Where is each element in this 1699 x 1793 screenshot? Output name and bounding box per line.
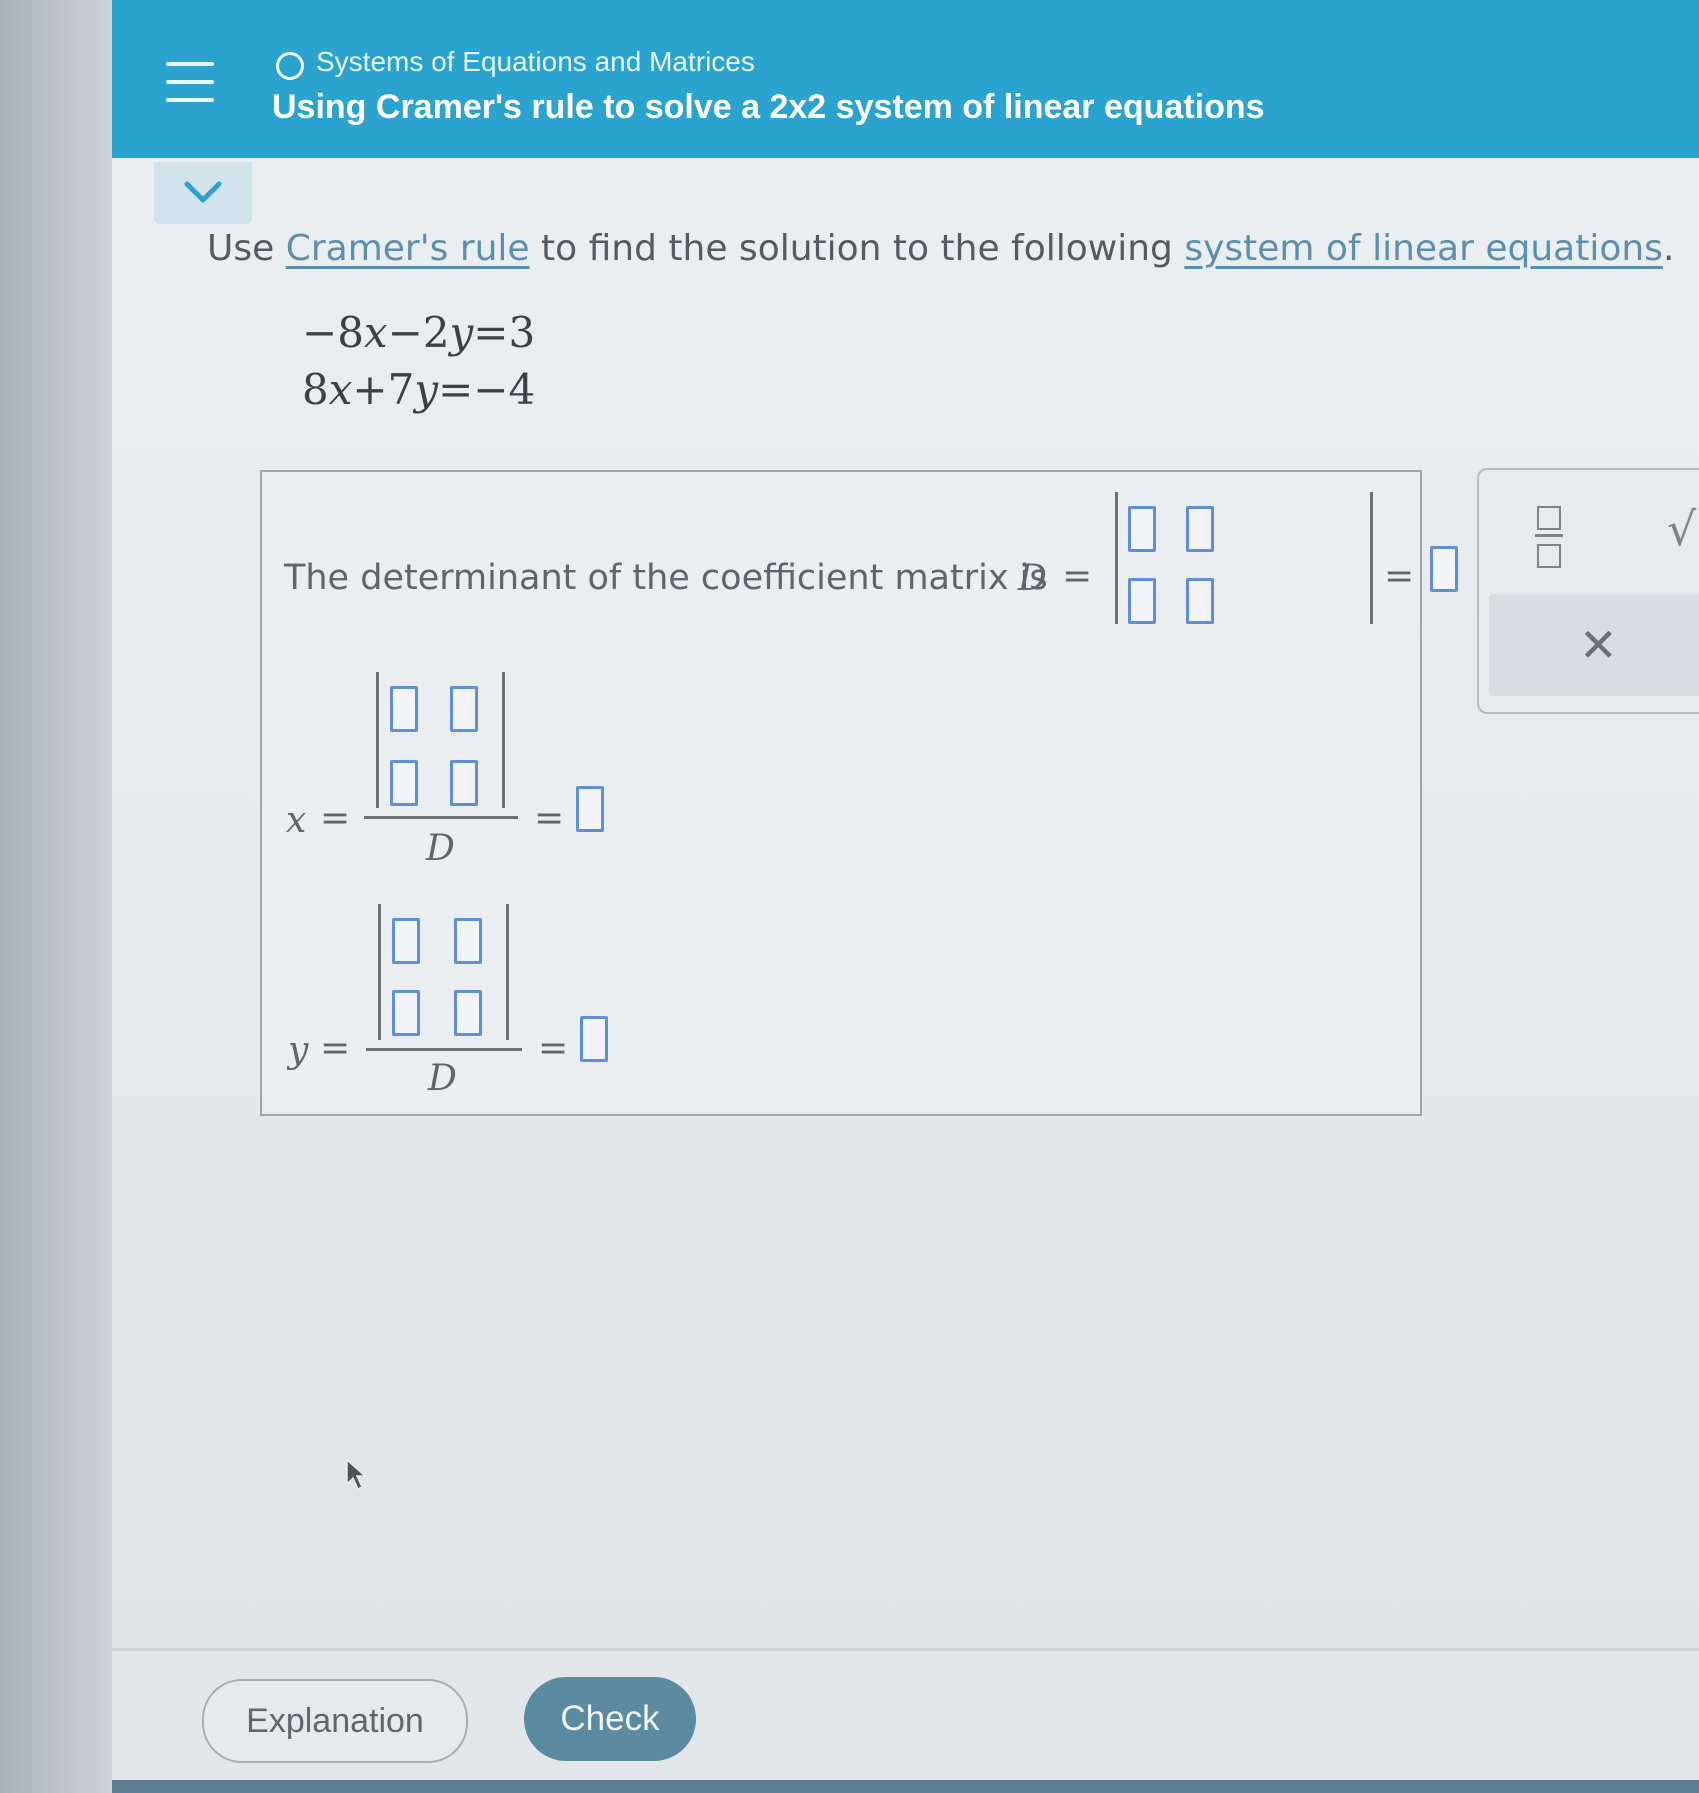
d-equals: = — [1062, 556, 1093, 597]
det-y-a21-input[interactable] — [392, 990, 420, 1036]
y-result-equals: = — [538, 1028, 569, 1069]
main-content: Use Cramer's rule to find the solution t… — [112, 158, 1699, 1648]
header-bar: Systems of Equations and Matrices Using … — [112, 0, 1699, 158]
hamburger-menu-icon[interactable] — [166, 62, 214, 106]
question-middle: to find the solution to the following — [529, 228, 1185, 269]
answer-box: The determinant of the coefficient matri… — [260, 470, 1458, 1116]
det-x-left-bar — [376, 672, 379, 808]
det-d-right-bar — [1370, 492, 1373, 624]
y-fraction-line — [366, 1048, 522, 1051]
d-value-input[interactable] — [1430, 546, 1458, 592]
det-d-a12-input[interactable] — [1186, 506, 1214, 552]
x-symbol: x — [286, 800, 307, 841]
x-fraction-line — [364, 816, 518, 819]
collapse-toggle-button[interactable] — [154, 162, 252, 224]
explanation-button[interactable]: Explanation — [202, 1679, 468, 1763]
question-text: Use Cramer's rule to find the solution t… — [207, 228, 1674, 269]
equation-1: −8x−2y=3 — [302, 308, 536, 357]
d-result-equals: = — [1384, 556, 1415, 597]
det-x-a21-input[interactable] — [390, 760, 418, 806]
equation-2: 8x+7y=−4 — [302, 365, 536, 414]
y-symbol: y — [288, 1030, 309, 1071]
cramers-rule-link[interactable]: Cramer's rule — [286, 228, 530, 269]
y-value-input[interactable] — [580, 1016, 608, 1062]
close-icon: ✕ — [1579, 618, 1618, 672]
x-denominator-d: D — [426, 828, 455, 869]
det-y-left-bar — [378, 904, 381, 1040]
question-suffix: . — [1662, 228, 1675, 269]
mouse-pointer-icon — [346, 1458, 367, 1491]
det-x-right-bar — [502, 672, 505, 808]
chevron-down-icon — [184, 181, 222, 203]
det-x-a22-input[interactable] — [450, 760, 478, 806]
det-d-a22-input[interactable] — [1186, 578, 1214, 624]
det-y-a11-input[interactable] — [392, 918, 420, 964]
det-d-left-bar — [1115, 492, 1118, 624]
x-value-input[interactable] — [576, 786, 604, 832]
footer-bottom-strip — [112, 1780, 1699, 1793]
fraction-tool-icon[interactable] — [1535, 500, 1563, 570]
det-x-a11-input[interactable] — [390, 686, 418, 732]
det-y-a12-input[interactable] — [454, 918, 482, 964]
determinant-prompt: The determinant of the coefficient matri… — [284, 558, 1048, 598]
d-symbol: D — [1018, 558, 1047, 599]
clear-button[interactable]: ✕ — [1489, 594, 1699, 696]
det-d-a21-input[interactable] — [1128, 578, 1156, 624]
check-button[interactable]: Check — [524, 1677, 696, 1761]
math-tool-panel: √ ✕ — [1477, 468, 1699, 714]
topic-progress-circle-icon — [276, 52, 304, 80]
det-y-right-bar — [506, 904, 509, 1040]
y-denominator-d: D — [428, 1058, 457, 1099]
left-margin — [0, 0, 112, 1793]
y-equals: = — [320, 1028, 351, 1069]
x-equals: = — [320, 798, 351, 839]
det-x-a12-input[interactable] — [450, 686, 478, 732]
det-y-a22-input[interactable] — [454, 990, 482, 1036]
question-prefix: Use — [207, 228, 286, 269]
system-of-linear-equations-link[interactable]: system of linear equations — [1184, 228, 1663, 269]
topic-label: Systems of Equations and Matrices — [316, 46, 755, 77]
x-result-equals: = — [534, 798, 565, 839]
footer-bar: Explanation Check — [112, 1648, 1699, 1783]
det-d-a11-input[interactable] — [1128, 506, 1156, 552]
page-title: Using Cramer's rule to solve a 2x2 syste… — [272, 88, 1265, 126]
square-root-tool-icon[interactable]: √ — [1667, 502, 1696, 556]
